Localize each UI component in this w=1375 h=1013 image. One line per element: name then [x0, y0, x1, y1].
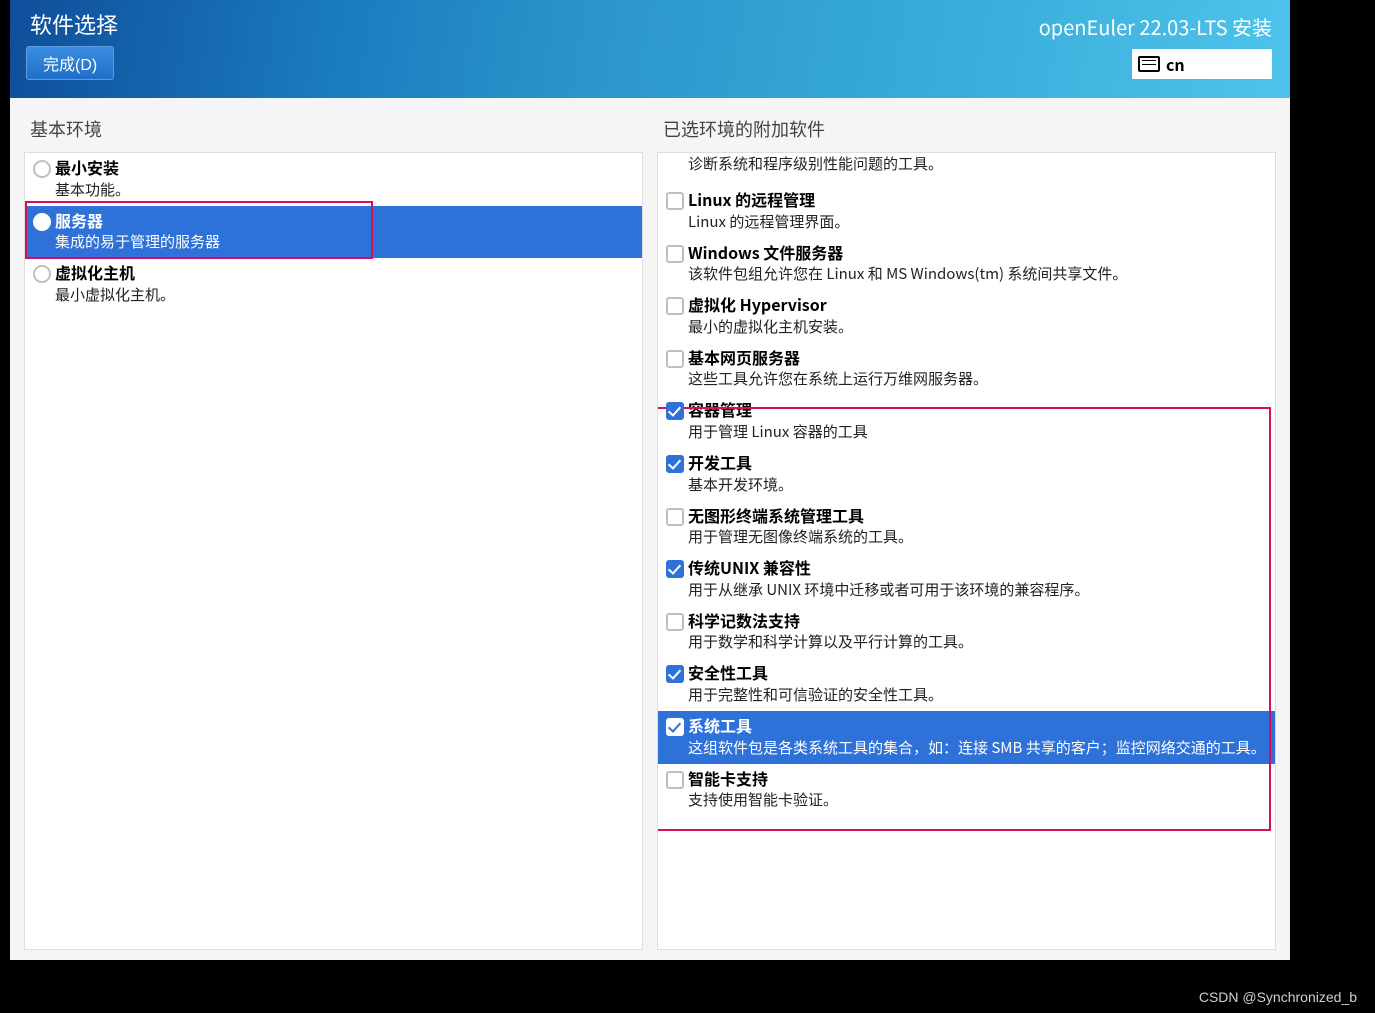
environments-heading: 基本环境	[30, 116, 643, 142]
keyboard-layout-indicator[interactable]: cn	[1132, 49, 1272, 79]
option-desc: 基本开发环境。	[688, 474, 1267, 495]
option-desc: 基本功能。	[55, 179, 634, 200]
option-desc: 用于管理无图像终端系统的工具。	[688, 526, 1267, 547]
checkbox-icon	[666, 350, 684, 368]
option-title: 安全性工具	[688, 662, 1267, 684]
option-desc: Linux 的远程管理界面。	[688, 211, 1267, 232]
addon-option[interactable]: 虚拟化 Hypervisor最小的虚拟化主机安装。	[658, 290, 1275, 343]
addons-heading: 已选环境的附加软件	[663, 116, 1276, 142]
option-title: 科学记数法支持	[688, 610, 1267, 632]
option-desc: 用于完整性和可信验证的安全性工具。	[688, 684, 1267, 705]
addon-option[interactable]: 系统工具这组软件包是各类系统工具的集合，如：连接 SMB 共享的客户；监控网络交…	[658, 711, 1275, 764]
option-title: Linux 的远程管理	[688, 189, 1267, 211]
header: 软件选择 完成(D) openEuler 22.03-LTS 安装 cn	[10, 0, 1290, 98]
keyboard-layout-code: cn	[1166, 52, 1185, 76]
addons-column: 已选环境的附加软件 诊断系统和程序级别性能问题的工具。 Linux 的远程管理Li…	[657, 116, 1276, 950]
environment-option[interactable]: 最小安装基本功能。	[25, 153, 642, 206]
option-title: 基本网页服务器	[688, 347, 1267, 369]
checkbox-icon	[666, 402, 684, 420]
option-title: 系统工具	[688, 715, 1267, 737]
checkbox-icon	[666, 613, 684, 631]
checkbox-icon	[666, 560, 684, 578]
addons-list[interactable]: 诊断系统和程序级别性能问题的工具。 Linux 的远程管理Linux 的远程管理界…	[657, 152, 1276, 950]
installer-window: 软件选择 完成(D) openEuler 22.03-LTS 安装 cn 基本环…	[10, 0, 1290, 960]
option-title: 服务器	[55, 210, 634, 232]
checkbox-icon	[666, 771, 684, 789]
done-button[interactable]: 完成(D)	[26, 46, 114, 80]
option-title: 最小安装	[55, 157, 634, 179]
environment-option[interactable]: 虚拟化主机最小虚拟化主机。	[25, 258, 642, 311]
option-title: 传统UNIX 兼容性	[688, 557, 1267, 579]
option-desc: 诊断系统和程序级别性能问题的工具。	[688, 153, 1267, 174]
option-title: 开发工具	[688, 452, 1267, 474]
addon-option[interactable]: 基本网页服务器这些工具允许您在系统上运行万维网服务器。	[658, 343, 1275, 396]
addon-option[interactable]: 安全性工具用于完整性和可信验证的安全性工具。	[658, 658, 1275, 711]
option-desc: 用于管理 Linux 容器的工具	[688, 421, 1267, 442]
checkbox-icon	[666, 455, 684, 473]
option-desc: 支持使用智能卡验证。	[688, 789, 1267, 810]
environments-column: 基本环境 最小安装基本功能。服务器集成的易于管理的服务器虚拟化主机最小虚拟化主机…	[24, 116, 643, 950]
option-title: 智能卡支持	[688, 768, 1267, 790]
product-title: openEuler 22.03-LTS 安装	[1039, 12, 1272, 41]
checkbox-icon	[666, 297, 684, 315]
checkbox-icon	[666, 665, 684, 683]
addon-option[interactable]: 科学记数法支持用于数学和科学计算以及平行计算的工具。	[658, 606, 1275, 659]
addon-option[interactable]: Linux 的远程管理Linux 的远程管理界面。	[658, 185, 1275, 238]
option-title: Windows 文件服务器	[688, 242, 1267, 264]
option-desc: 用于数学和科学计算以及平行计算的工具。	[688, 631, 1267, 652]
option-title: 虚拟化主机	[55, 262, 634, 284]
addon-option[interactable]: 无图形终端系统管理工具用于管理无图像终端系统的工具。	[658, 501, 1275, 554]
addon-option[interactable]: 开发工具基本开发环境。	[658, 448, 1275, 501]
header-left: 软件选择 完成(D)	[10, 0, 118, 80]
option-title: 容器管理	[688, 399, 1267, 421]
addon-option[interactable]: 容器管理用于管理 Linux 容器的工具	[658, 395, 1275, 448]
addon-option[interactable]: Windows 文件服务器该软件包组允许您在 Linux 和 MS Window…	[658, 238, 1275, 291]
option-desc: 集成的易于管理的服务器	[55, 231, 634, 252]
option-title: 无图形终端系统管理工具	[688, 505, 1267, 527]
checkbox-icon	[666, 192, 684, 210]
header-right: openEuler 22.03-LTS 安装 cn	[1039, 0, 1290, 79]
environments-list[interactable]: 最小安装基本功能。服务器集成的易于管理的服务器虚拟化主机最小虚拟化主机。	[24, 152, 643, 950]
addon-option[interactable]: 诊断系统和程序级别性能问题的工具。	[658, 153, 1275, 185]
option-desc: 该软件包组允许您在 Linux 和 MS Windows(tm) 系统间共享文件…	[688, 263, 1267, 284]
addon-option[interactable]: 传统UNIX 兼容性用于从继承 UNIX 环境中迁移或者可用于该环境的兼容程序。	[658, 553, 1275, 606]
addon-option[interactable]: 智能卡支持支持使用智能卡验证。	[658, 764, 1275, 817]
keyboard-icon	[1138, 56, 1160, 72]
option-title: 虚拟化 Hypervisor	[688, 294, 1267, 316]
page-title: 软件选择	[30, 8, 118, 40]
option-desc: 最小虚拟化主机。	[55, 284, 634, 305]
option-desc: 这组软件包是各类系统工具的集合，如：连接 SMB 共享的客户；监控网络交通的工具…	[688, 737, 1267, 758]
checkbox-icon	[666, 508, 684, 526]
option-desc: 用于从继承 UNIX 环境中迁移或者可用于该环境的兼容程序。	[688, 579, 1267, 600]
radio-icon	[33, 213, 51, 231]
option-desc: 最小的虚拟化主机安装。	[688, 316, 1267, 337]
checkbox-icon	[666, 245, 684, 263]
checkbox-icon	[666, 718, 684, 736]
content: 基本环境 最小安装基本功能。服务器集成的易于管理的服务器虚拟化主机最小虚拟化主机…	[10, 98, 1290, 960]
watermark: CSDN @Synchronized_b	[1199, 989, 1357, 1005]
option-desc: 这些工具允许您在系统上运行万维网服务器。	[688, 368, 1267, 389]
environment-option[interactable]: 服务器集成的易于管理的服务器	[25, 206, 642, 259]
radio-icon	[33, 160, 51, 178]
radio-icon	[33, 265, 51, 283]
